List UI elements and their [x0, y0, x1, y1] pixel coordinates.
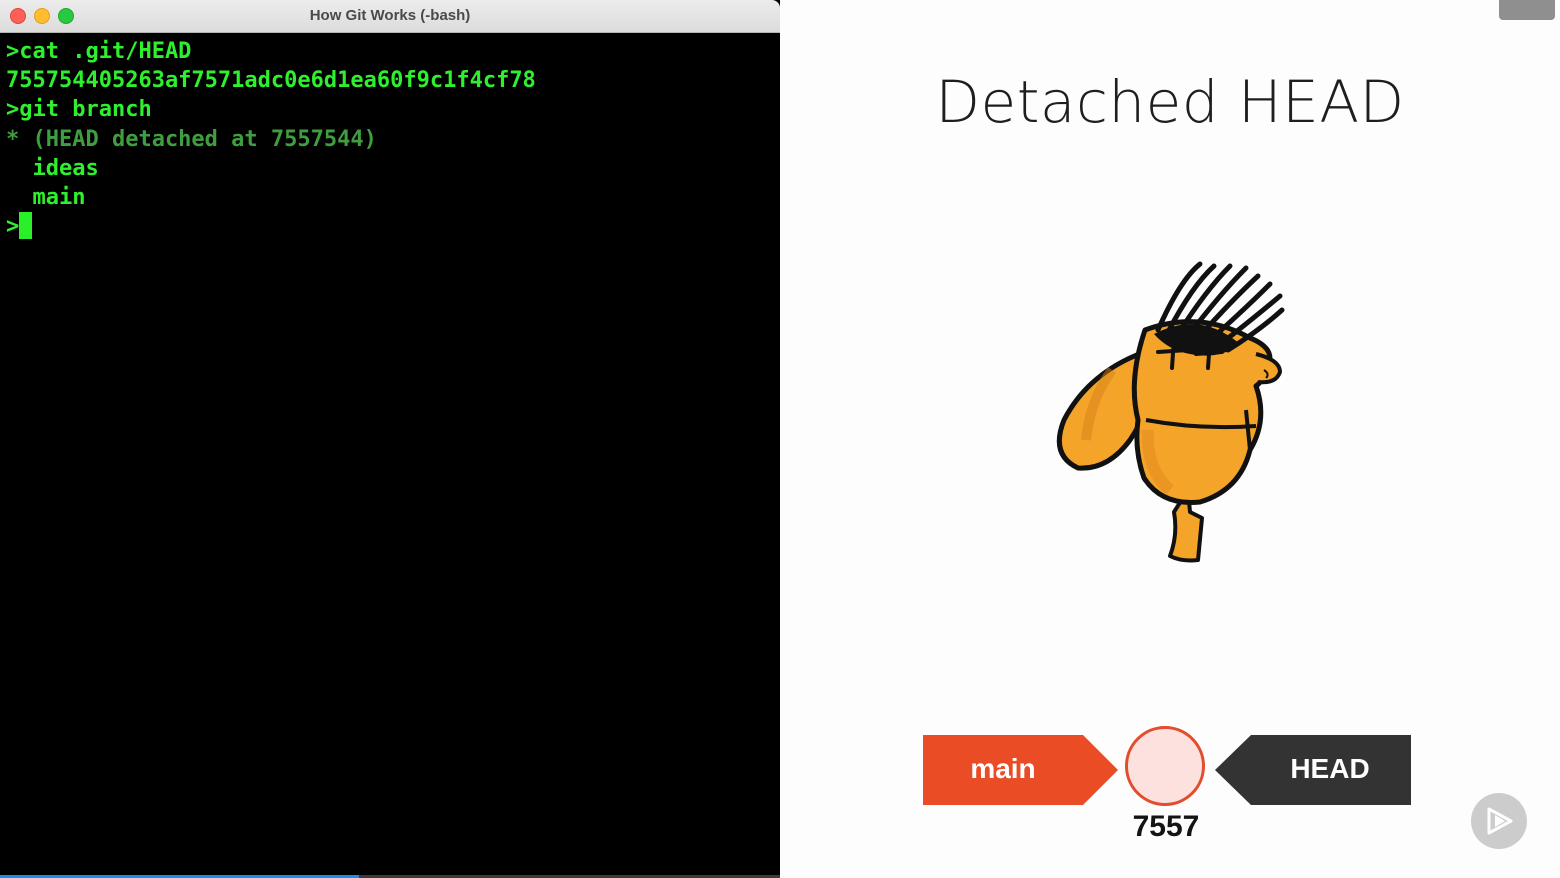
detached-head-character-illustration — [1056, 261, 1285, 563]
branch-main-label: main — [923, 735, 1118, 805]
commit-node — [1125, 726, 1205, 806]
terminal-line-command: >git branch — [6, 97, 152, 123]
play-icon — [1487, 807, 1513, 835]
terminal-line-branch: main — [6, 184, 86, 210]
terminal-prompt-line[interactable]: > — [6, 212, 780, 241]
terminal-output[interactable]: >cat .git/HEAD 755754405263af7571adc0e6d… — [6, 37, 780, 878]
text-cursor — [19, 212, 33, 240]
terminal-prompt: > — [6, 214, 20, 240]
branch-main-text: main — [970, 753, 1036, 784]
terminal-line-branch: ideas — [6, 155, 99, 181]
terminal-line-hash: 755754405263af7571adc0e6d1ea60f9c1f4cf78 — [6, 68, 536, 94]
terminal-window[interactable]: How Git Works (-bash) >cat .git/HEAD 755… — [0, 0, 780, 878]
window-titlebar[interactable]: How Git Works (-bash) — [0, 0, 780, 33]
window-title: How Git Works (-bash) — [309, 7, 471, 24]
slide-panel: Detached HEAD main 7557 HEAD — [780, 0, 1560, 878]
menu-button[interactable] — [1499, 0, 1555, 20]
commit-label: 7557 — [1132, 810, 1200, 843]
head-pointer-text: HEAD — [1290, 753, 1370, 784]
slide-title: Detached HEAD — [935, 68, 1405, 136]
terminal-line-command: >cat .git/HEAD — [6, 39, 192, 64]
terminal-line-detached-head: * (HEAD detached at 7557544) — [6, 126, 377, 152]
play-button[interactable] — [1471, 793, 1527, 849]
head-pointer-label: HEAD — [1215, 735, 1411, 805]
